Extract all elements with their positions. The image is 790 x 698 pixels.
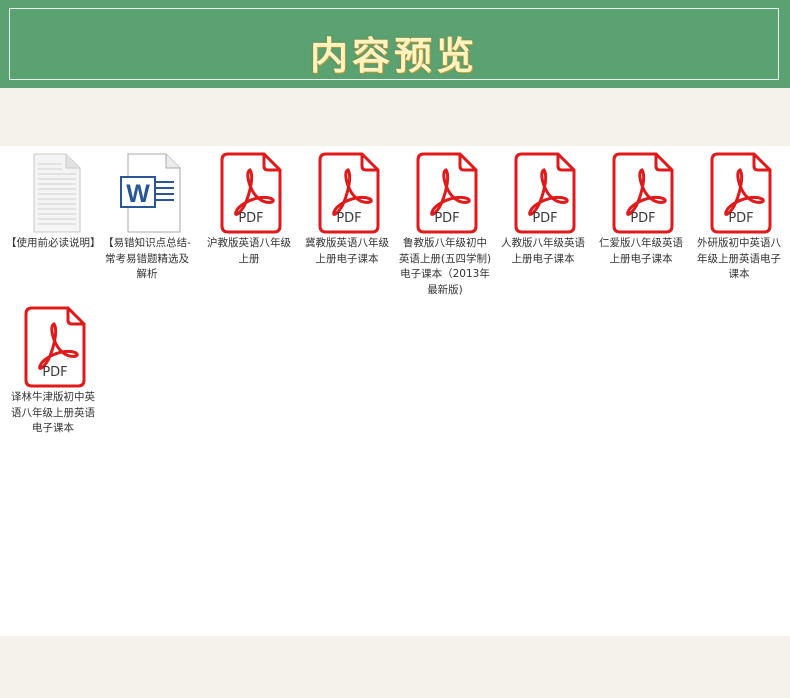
file-item-pdf-hujiao[interactable]: PDF 沪教版英语八年级上册 — [202, 152, 296, 267]
svg-text:W: W — [126, 180, 150, 208]
file-name: 译林牛津版初中英语八年级上册英语电子课本 — [11, 391, 95, 434]
text-document-icon — [18, 152, 88, 234]
banner-frame: 内容预览 — [9, 8, 779, 80]
file-item-pdf-yilin[interactable]: PDF 译林牛津版初中英语八年级上册英语电子课本 — [6, 306, 100, 437]
file-name: 冀教版英语八年级上册电子课本 — [305, 237, 389, 265]
file-name: 【使用前必读说明】 — [6, 237, 101, 249]
pdf-file-icon: PDF — [606, 152, 676, 234]
file-item-pdf-renjiao[interactable]: PDF 人教版八年级英语上册电子课本 — [496, 152, 590, 267]
svg-text:PDF: PDF — [728, 211, 753, 226]
file-name: 鲁教版八年级初中英语上册(五四学制)电子课本（2013年最新版) — [398, 237, 492, 296]
svg-text:PDF: PDF — [532, 211, 557, 226]
pdf-file-icon: PDF — [410, 152, 480, 234]
file-name: 仁爱版八年级英语上册电子课本 — [599, 237, 683, 265]
svg-text:PDF: PDF — [42, 365, 67, 380]
file-name: 外研版初中英语八年级上册英语电子课本 — [697, 237, 781, 280]
file-name: 【易错知识点总结-常考易错题精选及解析 — [103, 237, 191, 280]
file-item-word-doc[interactable]: W 【易错知识点总结-常考易错题精选及解析 — [100, 152, 194, 283]
pdf-file-icon: PDF — [704, 152, 774, 234]
page-title: 内容预览 — [309, 33, 478, 78]
file-grid: 【使用前必读说明】 W 【易错知识点总结-常考易错题精选及解析 PDF 沪教版英… — [0, 146, 790, 636]
file-item-pdf-jijiao[interactable]: PDF 冀教版英语八年级上册电子课本 — [300, 152, 394, 267]
file-item-pdf-lujiao[interactable]: PDF 鲁教版八年级初中英语上册(五四学制)电子课本（2013年最新版) — [398, 152, 492, 298]
pdf-file-icon: PDF — [18, 306, 88, 388]
header-banner: 内容预览 — [0, 0, 790, 88]
svg-text:PDF: PDF — [630, 211, 655, 226]
svg-text:PDF: PDF — [336, 211, 361, 226]
svg-text:PDF: PDF — [434, 211, 459, 226]
file-item-readme[interactable]: 【使用前必读说明】 — [6, 152, 101, 252]
word-document-icon: W — [112, 152, 182, 234]
file-name: 沪教版英语八年级上册 — [207, 237, 291, 265]
svg-text:PDF: PDF — [238, 211, 263, 226]
file-name: 人教版八年级英语上册电子课本 — [501, 237, 585, 265]
pdf-file-icon: PDF — [214, 152, 284, 234]
pdf-file-icon: PDF — [312, 152, 382, 234]
file-item-pdf-waiyan[interactable]: PDF 外研版初中英语八年级上册英语电子课本 — [692, 152, 786, 283]
pdf-file-icon: PDF — [508, 152, 578, 234]
file-item-pdf-renai[interactable]: PDF 仁爱版八年级英语上册电子课本 — [594, 152, 688, 267]
